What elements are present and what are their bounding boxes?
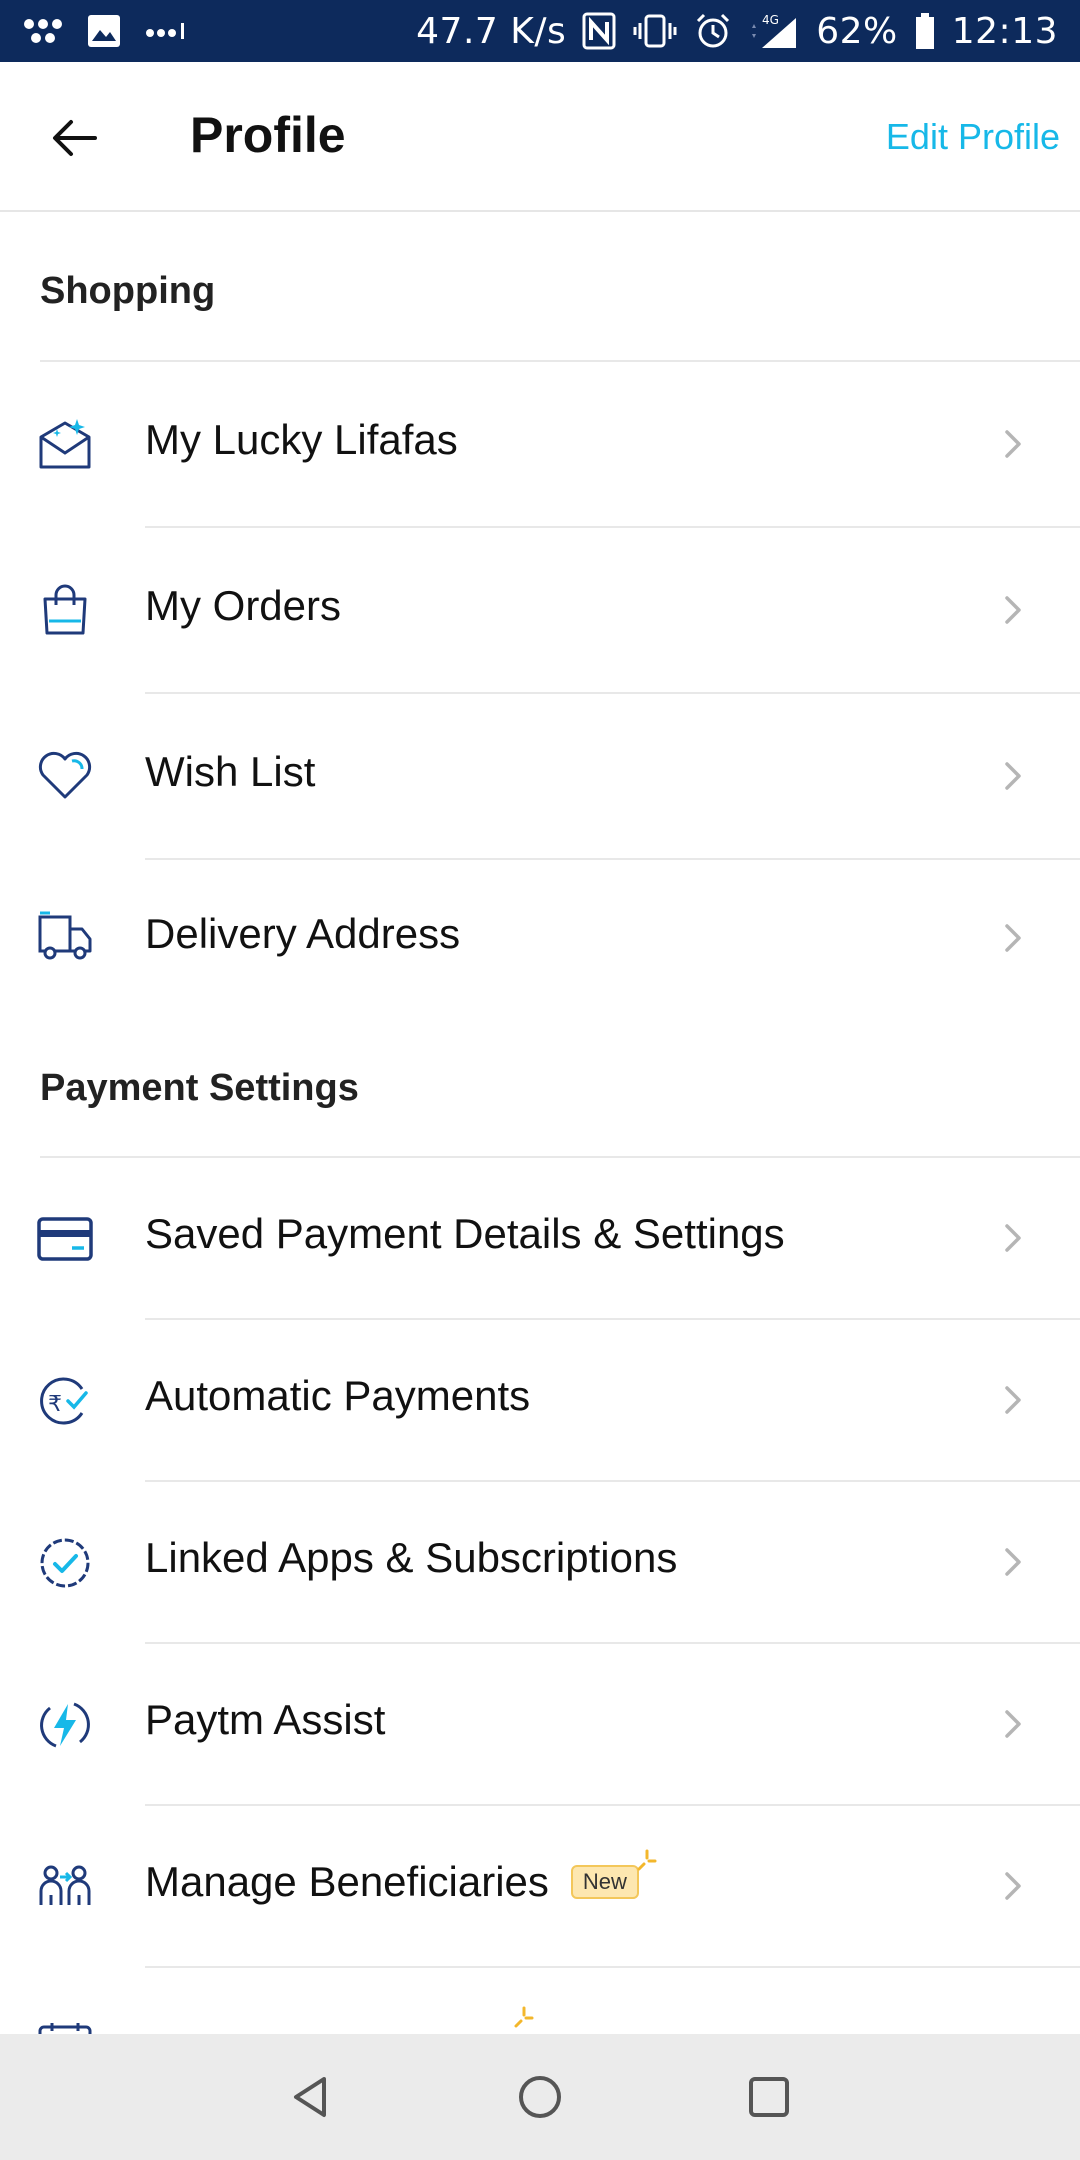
battery-icon [914, 12, 936, 50]
vibrate-icon [632, 13, 678, 49]
chevron-right-icon [998, 758, 1028, 794]
network-type: 4G [762, 13, 779, 27]
clock: 12:13 [951, 10, 1058, 52]
chevron-right-icon [998, 1382, 1028, 1418]
profile-menu: Shopping My Lucky Lifafas My Orders Wish… [0, 212, 1080, 2034]
page-title: Profile [190, 107, 346, 163]
battery-percent: 62% [816, 10, 898, 52]
chevron-right-icon [998, 920, 1028, 956]
menu-item-label: Delivery Address [145, 910, 461, 957]
menu-item-delivery-address[interactable]: Delivery Address [0, 860, 1080, 1016]
signal-icon: 4G [748, 12, 800, 50]
app-grid-icon [22, 16, 64, 46]
card-icon [36, 1210, 94, 1268]
new-badge-text: New [582, 1869, 627, 1894]
chevron-right-icon [998, 1220, 1028, 1256]
lightning-icon [36, 1696, 94, 1754]
circle-home-icon [519, 2076, 561, 2118]
square-recents-icon [749, 2077, 789, 2117]
menu-item-label: Saved Payment Details & Settings [145, 1210, 785, 1257]
system-nav-bar [0, 2034, 1080, 2160]
triangle-back-icon [294, 2077, 326, 2117]
back-button[interactable] [44, 108, 104, 168]
menu-item-saved-payment-details[interactable]: Saved Payment Details & Settings [0, 1158, 1080, 1320]
menu-item-automatic-payments[interactable]: ₹ Automatic Payments [0, 1320, 1080, 1482]
chevron-right-icon [998, 1706, 1028, 1742]
app-header: Profile Edit Profile [0, 62, 1080, 212]
edit-profile-link[interactable]: Edit Profile [886, 116, 1060, 158]
section-title-payment-settings: Payment Settings [40, 1067, 359, 1109]
section-title-shopping: Shopping [40, 270, 216, 312]
menu-item-my-orders[interactable]: My Orders [0, 528, 1080, 692]
nav-recents-button[interactable] [744, 2072, 794, 2122]
new-badge: New [570, 1849, 657, 1899]
menu-item-label: Wish List [145, 748, 316, 795]
chevron-right-icon [998, 1868, 1028, 1904]
menu-item-label: Automatic Payments [145, 1372, 531, 1419]
network-speed: 47.7 K/s [416, 10, 567, 52]
menu-item-wish-list[interactable]: Wish List [0, 694, 1080, 858]
sparkle-icon [514, 2006, 534, 2028]
chevron-right-icon [998, 426, 1028, 462]
people-icon [36, 1858, 94, 1916]
shopping-bag-icon [36, 580, 94, 638]
menu-item-label-text: Manage Beneficiaries [145, 1858, 549, 1905]
menu-item-manage-beneficiaries[interactable]: Manage Beneficiaries New [0, 1806, 1080, 1968]
alarm-icon [694, 12, 732, 50]
rupee-refresh-icon: ₹ [36, 1372, 94, 1430]
sparkle-icon [637, 1849, 657, 1871]
back-arrow-icon [53, 120, 97, 156]
chevron-right-icon [998, 1544, 1028, 1580]
menu-item-linked-apps[interactable]: Linked Apps & Subscriptions [0, 1482, 1080, 1644]
nfc-icon [582, 12, 616, 50]
menu-item-label: Linked Apps & Subscriptions [145, 1534, 678, 1581]
nav-home-button[interactable] [515, 2072, 565, 2122]
menu-item-lucky-lifafas[interactable]: My Lucky Lifafas [0, 362, 1080, 526]
more-dots-icon [144, 21, 188, 41]
menu-item-label: Paytm Assist [145, 1696, 386, 1743]
chevron-right-icon [998, 592, 1028, 628]
envelope-icon [36, 414, 94, 472]
verified-badge-icon [36, 1534, 94, 1592]
menu-item-paytm-assist[interactable]: Paytm Assist [0, 1644, 1080, 1806]
heart-icon [36, 746, 94, 804]
menu-item-label: Manage Beneficiaries New [145, 1849, 657, 1906]
menu-item-partial[interactable] [0, 1968, 1080, 2034]
truck-icon [36, 908, 94, 966]
calendar-icon [36, 2020, 94, 2034]
nav-back-button[interactable] [285, 2072, 335, 2122]
gallery-icon [86, 13, 122, 49]
menu-item-label: My Orders [145, 582, 342, 629]
svg-text:₹: ₹ [48, 1392, 62, 1417]
menu-item-label: My Lucky Lifafas [145, 416, 458, 463]
status-bar: 47.7 K/s 4G 62% 12:13 [0, 0, 1080, 62]
